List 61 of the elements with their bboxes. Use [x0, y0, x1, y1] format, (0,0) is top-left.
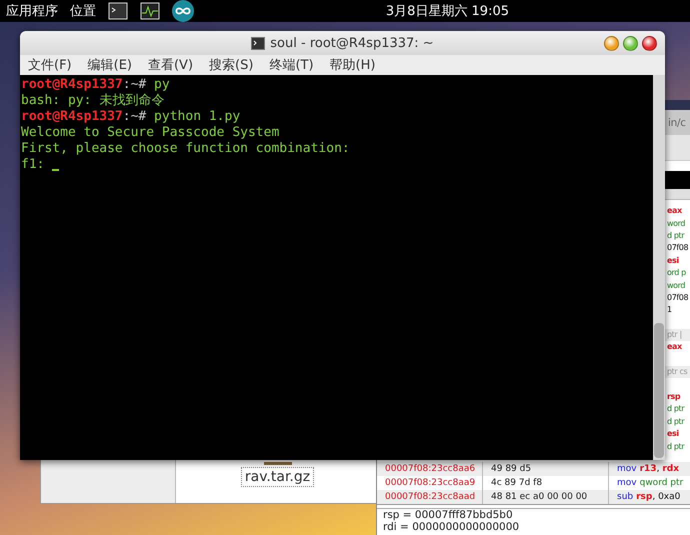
bytes-cell: 48 81 ec a0 00 00 00	[483, 490, 609, 504]
prompt-path: :~#	[122, 77, 146, 93]
mnemonic: sub	[617, 492, 634, 502]
output-text: Welcome to Secure Passcode System	[21, 125, 280, 141]
panel-menu[interactable]: 应用程序	[6, 2, 58, 20]
infinity-logo-icon[interactable]	[172, 0, 194, 22]
output-text: First, please choose function combination:	[21, 141, 350, 157]
instruction-text: d ptr	[667, 405, 684, 414]
operand: , 0xa0	[652, 492, 680, 502]
menu-item[interactable]: 搜索(S)	[209, 56, 254, 74]
maximize-button[interactable]	[623, 36, 638, 51]
instruction-text: word	[667, 220, 686, 228]
command-text: python 1.py	[153, 109, 240, 125]
instruction-text: ptr cs	[667, 368, 688, 376]
clock[interactable]: 3月8日星期六 19:05	[386, 2, 509, 20]
window-title: soul - root@R4sp1337: ~	[270, 36, 434, 50]
mnemonic: mov	[617, 478, 637, 488]
instruction-text: eax	[667, 207, 682, 216]
output-text: bash: py: 未找到命令	[21, 93, 164, 109]
command-text: py	[153, 77, 170, 93]
instruction-text: 07f08	[667, 244, 688, 252]
instruction-text: esi	[667, 430, 679, 438]
file-name[interactable]: rav.tar.gz	[240, 467, 314, 487]
menu-item[interactable]: 编辑(E)	[88, 56, 132, 74]
input-prompt: f1:	[21, 157, 44, 173]
prompt-path: :~#	[122, 109, 146, 125]
instruction-text: d ptr	[667, 418, 684, 426]
operand: rsp	[636, 492, 652, 502]
prompt-user: root@R4sp1337	[21, 109, 123, 125]
close-button[interactable]	[642, 36, 657, 51]
operand: rdx	[662, 464, 679, 474]
address-cell: 00007f08:23cc8aad	[377, 490, 483, 504]
path-text: in/c	[668, 116, 686, 128]
instruction-text: d ptr	[667, 232, 684, 240]
minimize-button[interactable]	[604, 36, 619, 51]
mnemonic: mov	[617, 464, 637, 474]
scrollbar[interactable]	[653, 75, 665, 460]
operand: ,	[656, 464, 660, 474]
register-value: rdi = 0000000000000000	[383, 522, 520, 533]
panel-menu[interactable]: 位置	[70, 2, 96, 20]
instruction-text: word	[667, 282, 686, 290]
scrollbar-thumb[interactable]	[654, 323, 664, 458]
terminal-icon	[251, 36, 266, 50]
operand: qword ptr	[640, 478, 684, 488]
instruction-text: d ptr	[667, 442, 684, 451]
instruction-text: esi	[667, 256, 679, 265]
instruction-text: 1	[667, 306, 672, 314]
menu-item[interactable]: 查看(V)	[148, 56, 194, 74]
system-monitor-icon[interactable]	[140, 2, 160, 20]
instruction-text: ptr |	[667, 331, 682, 340]
prompt-user: root@R4sp1337	[21, 77, 123, 93]
instruction-text: 07f08	[667, 294, 688, 302]
instruction-text: rsp	[667, 393, 680, 402]
menu-item[interactable]: 文件(F)	[28, 56, 72, 74]
instruction-text: ord p	[667, 269, 686, 278]
terminal-icon[interactable]	[108, 2, 128, 20]
instruction-text: eax	[667, 343, 682, 352]
register-value: rsp = 00007fff87bbd5b0	[383, 510, 514, 522]
operand: r13	[640, 464, 657, 474]
menu-item[interactable]: 帮助(H)	[330, 56, 376, 74]
menu-item[interactable]: 终端(T)	[269, 56, 314, 74]
